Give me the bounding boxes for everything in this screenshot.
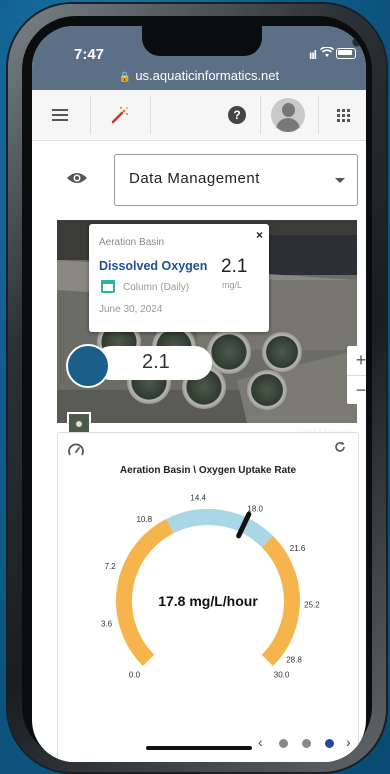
pager-prev-button[interactable]: ‹	[258, 734, 263, 750]
pager-dot[interactable]	[302, 739, 311, 748]
gauge-tick-label: 14.4	[190, 493, 206, 502]
eye-icon	[76, 421, 82, 427]
app-toolbar: ?	[32, 90, 366, 141]
gauge-tick-label: 30.0	[274, 671, 290, 680]
help-icon: ?	[228, 106, 246, 124]
gauge-chart: 0.03.67.210.814.418.021.625.228.830.017.…	[101, 493, 320, 680]
gauge-tick-label: 25.2	[304, 600, 320, 609]
profile-button[interactable]	[268, 90, 308, 140]
toolbar-divider	[260, 96, 261, 134]
zoom-in-button[interactable]: +	[347, 346, 366, 376]
map-marker[interactable]	[66, 344, 110, 388]
zoom-control: + −	[347, 346, 366, 404]
popup-unit: mg/L	[222, 280, 243, 290]
calendar-icon	[101, 280, 115, 293]
signal-icon: ııl	[308, 48, 317, 62]
popup-location: Aeration Basin	[99, 237, 165, 248]
gauge-tick-label: 3.6	[101, 620, 113, 629]
pager-dot-active[interactable]	[325, 739, 334, 748]
status-bar: 7:47 ııl 🔒 us.aquaticinformatics.net	[32, 26, 366, 90]
marker-value: 2.1	[142, 351, 170, 373]
gauge-tick-label: 21.6	[290, 544, 306, 553]
gauge-card: Aeration Basin \ Oxygen Uptake Rate 0.0 3…	[57, 432, 359, 762]
view-select[interactable]: Data Management	[114, 154, 358, 206]
card-pager: ‹ ›	[258, 734, 358, 754]
popup-parameter-link[interactable]: Dissolved Oxygen	[99, 259, 207, 273]
popup-value: 2.1	[221, 256, 248, 277]
camera-icon	[352, 37, 362, 47]
toolbar-divider	[150, 96, 151, 134]
gauge-tick-label: 28.8	[286, 655, 302, 664]
visibility-toggle[interactable]	[66, 171, 88, 190]
popup-date: June 30, 2024	[99, 304, 163, 315]
gauge-range-band	[166, 509, 274, 548]
toolbar-divider	[318, 96, 319, 134]
gauge-title: Aeration Basin \ Oxygen Uptake Rate	[119, 465, 297, 476]
lock-icon: 🔒	[118, 72, 132, 83]
chevron-down-icon	[335, 178, 345, 183]
menu-button[interactable]	[42, 90, 78, 140]
refresh-icon[interactable]	[334, 441, 346, 456]
hamburger-icon	[52, 106, 68, 124]
gauge-readout: 17.8 mg/L/hour	[158, 593, 258, 609]
apps-grid-icon	[336, 108, 350, 122]
toolbar-divider	[90, 96, 91, 134]
wifi-icon	[319, 46, 335, 61]
zoom-out-button[interactable]: −	[347, 376, 366, 405]
pager-dot[interactable]	[279, 739, 288, 748]
pager-next-button[interactable]: ›	[346, 734, 351, 750]
address-bar[interactable]: 🔒 us.aquaticinformatics.net	[32, 68, 366, 83]
basin-tank	[262, 332, 302, 372]
camera-notch	[142, 26, 362, 56]
url-text: us.aquaticinformatics.net	[135, 68, 280, 83]
gauge-range-band	[261, 535, 300, 667]
gauge-tick-label: 7.2	[105, 562, 117, 571]
help-button[interactable]: ?	[222, 90, 252, 140]
magic-wand-icon	[111, 107, 128, 124]
home-indicator	[146, 746, 252, 750]
popup-column: Column (Daily)	[123, 282, 190, 293]
avatar	[271, 98, 305, 132]
phone-screen: 7:47 ııl 🔒 us.aquaticinformatics.net ? D…	[32, 26, 366, 762]
apps-button[interactable]	[328, 90, 358, 140]
eye-icon	[67, 173, 87, 183]
status-time: 7:47	[74, 46, 105, 63]
map-popup: Aeration Basin × Dissolved Oxygen 2.1 mg…	[89, 224, 269, 332]
speedometer-icon[interactable]	[68, 443, 84, 462]
gauge-tick-label: 0.0	[129, 671, 141, 680]
close-icon[interactable]: ×	[256, 228, 263, 242]
basin-tank	[247, 370, 287, 410]
battery-icon	[336, 48, 356, 59]
gauge-tick-label: 10.8	[136, 515, 152, 524]
marker-value-pill[interactable]: 2.1	[94, 346, 212, 380]
magic-wand-button[interactable]	[100, 90, 140, 140]
view-select-value: Data Management	[129, 170, 260, 187]
